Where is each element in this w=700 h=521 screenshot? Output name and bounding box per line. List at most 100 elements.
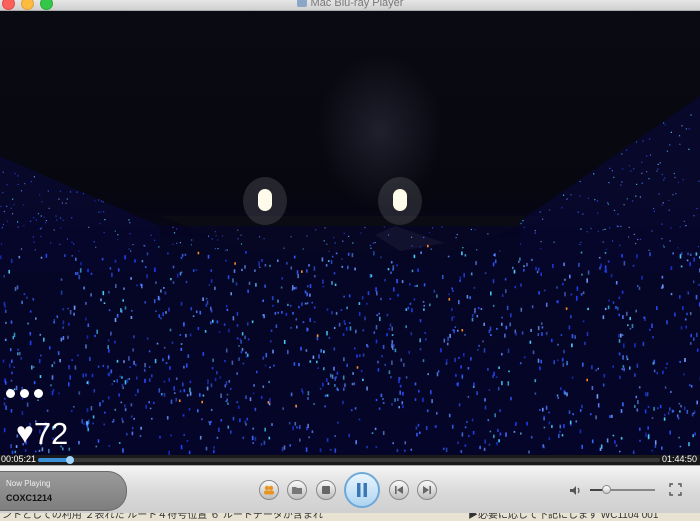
likes-counter[interactable]: ♥72 (16, 417, 68, 451)
glowstick (661, 173, 663, 176)
glowstick (73, 406, 75, 408)
glowstick (688, 442, 690, 447)
volume-icon[interactable] (569, 485, 583, 496)
pause-button[interactable] (344, 472, 380, 508)
glowstick (399, 384, 402, 388)
volume-slider[interactable] (590, 485, 655, 494)
glowstick (289, 444, 291, 447)
glowstick (656, 170, 658, 172)
glowstick (334, 435, 336, 438)
glowstick (238, 357, 240, 361)
glowstick (572, 413, 574, 416)
glowstick (552, 264, 554, 269)
glowstick (463, 352, 465, 357)
glowstick (689, 253, 692, 256)
glowstick (326, 331, 328, 336)
glowstick (586, 331, 589, 337)
glowstick (675, 193, 677, 195)
glowstick (648, 249, 650, 251)
glowstick (215, 235, 217, 237)
glowstick (32, 298, 35, 301)
glowstick (302, 321, 305, 324)
glowstick (293, 362, 296, 366)
glowstick (393, 287, 395, 292)
dot-icon (20, 389, 29, 398)
seek-slider[interactable] (38, 456, 660, 464)
glowstick (151, 374, 153, 378)
glowstick (492, 279, 495, 284)
glowstick (382, 398, 384, 401)
glowstick (389, 323, 392, 327)
glowstick (180, 271, 183, 274)
volume-handle[interactable] (601, 485, 611, 494)
glowstick (133, 417, 135, 420)
glowstick (39, 194, 41, 196)
glowstick (632, 450, 635, 454)
glowstick (618, 352, 621, 356)
glowstick (496, 442, 498, 446)
media-library-button[interactable] (259, 480, 279, 500)
next-chapter-button[interactable] (417, 480, 437, 500)
glowstick (423, 283, 426, 287)
glowstick (663, 417, 666, 421)
glowstick (493, 254, 495, 256)
glowstick-orange (448, 298, 451, 301)
glowstick (688, 148, 690, 150)
glowstick (622, 315, 624, 319)
more-options-button[interactable] (6, 385, 48, 403)
seek-bar-row: 00:05:21 01:44:50 (0, 454, 700, 465)
glowstick (176, 242, 178, 244)
glowstick (98, 199, 100, 201)
glowstick (240, 340, 242, 344)
glowstick (237, 229, 239, 231)
seek-handle[interactable] (65, 456, 74, 464)
glowstick (383, 226, 385, 228)
video-display[interactable]: ♥72 (0, 11, 700, 455)
glowstick (352, 242, 354, 244)
stop-button[interactable] (316, 480, 336, 500)
glowstick (380, 393, 383, 398)
glowstick (348, 433, 350, 438)
glowstick (562, 362, 565, 367)
glowstick (367, 345, 369, 348)
glowstick (458, 299, 460, 305)
glowstick (364, 316, 366, 321)
glowstick (173, 232, 176, 234)
glowstick (181, 253, 184, 257)
glowstick (382, 431, 385, 435)
glowstick (39, 228, 41, 230)
glowstick (414, 382, 417, 386)
glowstick (443, 447, 445, 450)
glowstick (612, 301, 615, 304)
glowstick (678, 402, 681, 405)
glowstick (247, 338, 250, 341)
previous-chapter-button[interactable] (389, 480, 409, 500)
glowstick (415, 426, 418, 430)
glowstick (505, 325, 508, 330)
glowstick (283, 247, 285, 249)
glowstick (666, 362, 668, 365)
glowstick (313, 266, 316, 271)
glowstick (18, 351, 21, 356)
glowstick (117, 238, 119, 240)
glowstick (526, 421, 528, 426)
glowstick (309, 317, 311, 322)
glowstick (183, 433, 185, 436)
glowstick (448, 293, 450, 295)
glowstick (159, 435, 161, 439)
glowstick (386, 313, 389, 317)
glowstick (20, 357, 22, 360)
glowstick (265, 352, 268, 358)
glowstick (254, 269, 256, 272)
glowstick (163, 346, 166, 349)
glowstick (116, 379, 118, 383)
glowstick (355, 329, 357, 334)
fullscreen-icon[interactable] (669, 483, 682, 496)
glowstick (390, 375, 392, 379)
glowstick (298, 363, 300, 367)
glowstick (373, 251, 375, 256)
glowstick (690, 114, 692, 116)
open-file-button[interactable] (287, 480, 307, 500)
glowstick (564, 391, 566, 395)
glowstick (111, 383, 114, 385)
